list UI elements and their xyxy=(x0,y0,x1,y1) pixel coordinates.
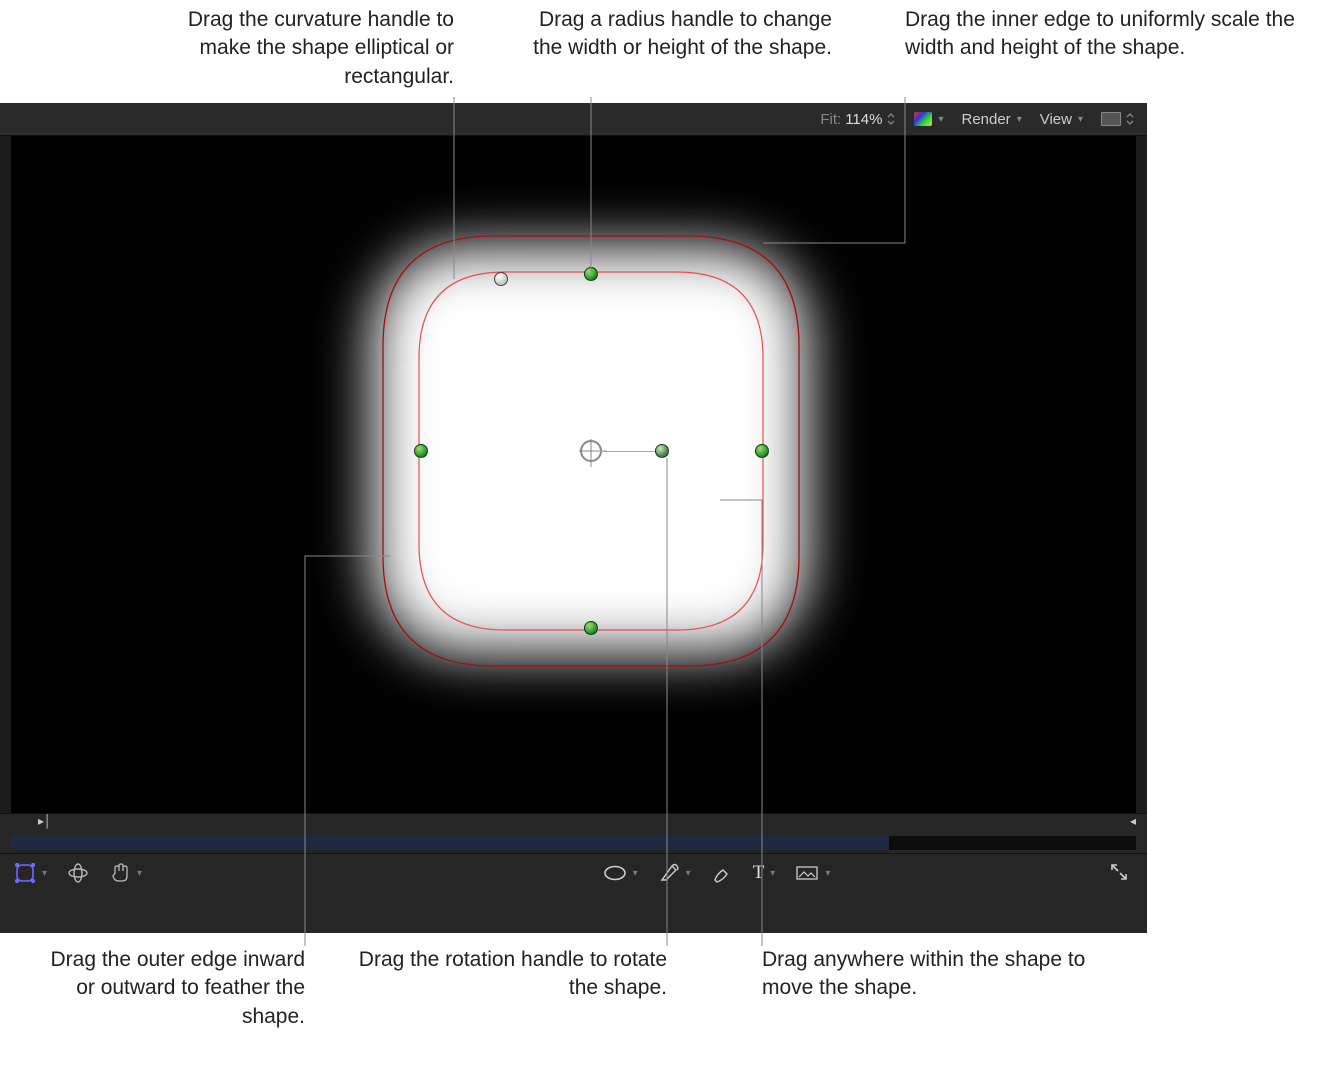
fit-value: 114% xyxy=(845,111,882,128)
app-window: Fit: 114% ▾ Render ▾ View ▾ xyxy=(0,103,1147,933)
view-menu[interactable]: View ▾ xyxy=(1040,111,1083,128)
display-swatch-icon xyxy=(1101,112,1121,126)
timeline-end-marker-icon[interactable]: ◂ xyxy=(1130,814,1136,828)
annotations-top: Drag the curvature handle to make the sh… xyxy=(0,0,1338,102)
center-anchor[interactable] xyxy=(580,440,602,462)
chevron-down-icon: ▾ xyxy=(137,868,142,879)
stepper-icon xyxy=(1125,112,1135,126)
render-label: Render xyxy=(961,111,1010,128)
display-swatch-control[interactable] xyxy=(1101,112,1135,126)
callout-curvature: Drag the curvature handle to make the sh… xyxy=(154,6,454,91)
color-channel-control[interactable]: ▾ xyxy=(914,112,943,126)
paint-brush-tool[interactable] xyxy=(711,862,733,884)
chevron-down-icon: ▾ xyxy=(825,868,830,879)
rotation-stem xyxy=(600,451,660,452)
chevron-down-icon: ▾ xyxy=(686,868,691,879)
stepper-icon xyxy=(886,112,896,126)
pan-tool[interactable]: ▾ xyxy=(109,862,142,884)
fit-label: Fit: xyxy=(820,111,841,128)
radius-handle-left[interactable] xyxy=(414,444,428,458)
color-channels-icon xyxy=(914,112,932,126)
shape-tool[interactable]: ▾ xyxy=(14,862,47,884)
timeline-track[interactable] xyxy=(11,836,1136,850)
callout-inner-edge: Drag the inner edge to uniformly scale t… xyxy=(905,6,1315,63)
radius-handle-top[interactable] xyxy=(584,267,598,281)
chevron-down-icon: ▾ xyxy=(42,868,47,879)
media-drop-tool[interactable]: ▾ xyxy=(795,864,830,882)
text-tool[interactable]: T ▾ xyxy=(753,862,776,884)
pen-tool[interactable]: ▾ xyxy=(658,862,691,884)
chevron-down-icon: ▾ xyxy=(938,114,943,125)
expand-viewer-button[interactable] xyxy=(1109,862,1129,882)
view-label: View xyxy=(1040,111,1072,128)
chevron-down-icon: ▾ xyxy=(1078,114,1083,125)
callout-rotation: Drag the rotation handle to rotate the s… xyxy=(347,946,667,1003)
3d-transform-tool[interactable] xyxy=(67,862,89,884)
fit-control[interactable]: Fit: 114% xyxy=(820,111,896,128)
callout-radius: Drag a radius handle to change the width… xyxy=(532,6,832,63)
render-menu[interactable]: Render ▾ xyxy=(961,111,1021,128)
chevron-down-icon: ▾ xyxy=(770,868,775,879)
radius-handle-right[interactable] xyxy=(755,444,769,458)
callout-outer-edge: Drag the outer edge inward or outward to… xyxy=(45,946,305,1031)
callout-move: Drag anywhere within the shape to move t… xyxy=(762,946,1102,1003)
mini-timeline[interactable]: ▸│ ◂ xyxy=(0,813,1147,853)
radius-handle-bottom[interactable] xyxy=(584,621,598,635)
curvature-handle[interactable] xyxy=(494,272,508,286)
viewer-top-toolbar: Fit: 114% ▾ Render ▾ View ▾ xyxy=(0,103,1147,136)
text-tool-label: T xyxy=(753,862,765,884)
timeline-range xyxy=(11,836,889,850)
canvas-viewport[interactable] xyxy=(11,136,1136,813)
timeline-start-marker-icon[interactable]: ▸│ xyxy=(38,814,52,828)
chevron-down-icon: ▾ xyxy=(633,868,638,879)
chevron-down-icon: ▾ xyxy=(1017,114,1022,125)
viewer-bottom-toolbar: ▾ ▾ ▾ ▾ T ▾ xyxy=(0,853,1147,933)
rotation-handle[interactable] xyxy=(655,444,669,458)
ellipse-mask-tool[interactable]: ▾ xyxy=(603,864,638,882)
